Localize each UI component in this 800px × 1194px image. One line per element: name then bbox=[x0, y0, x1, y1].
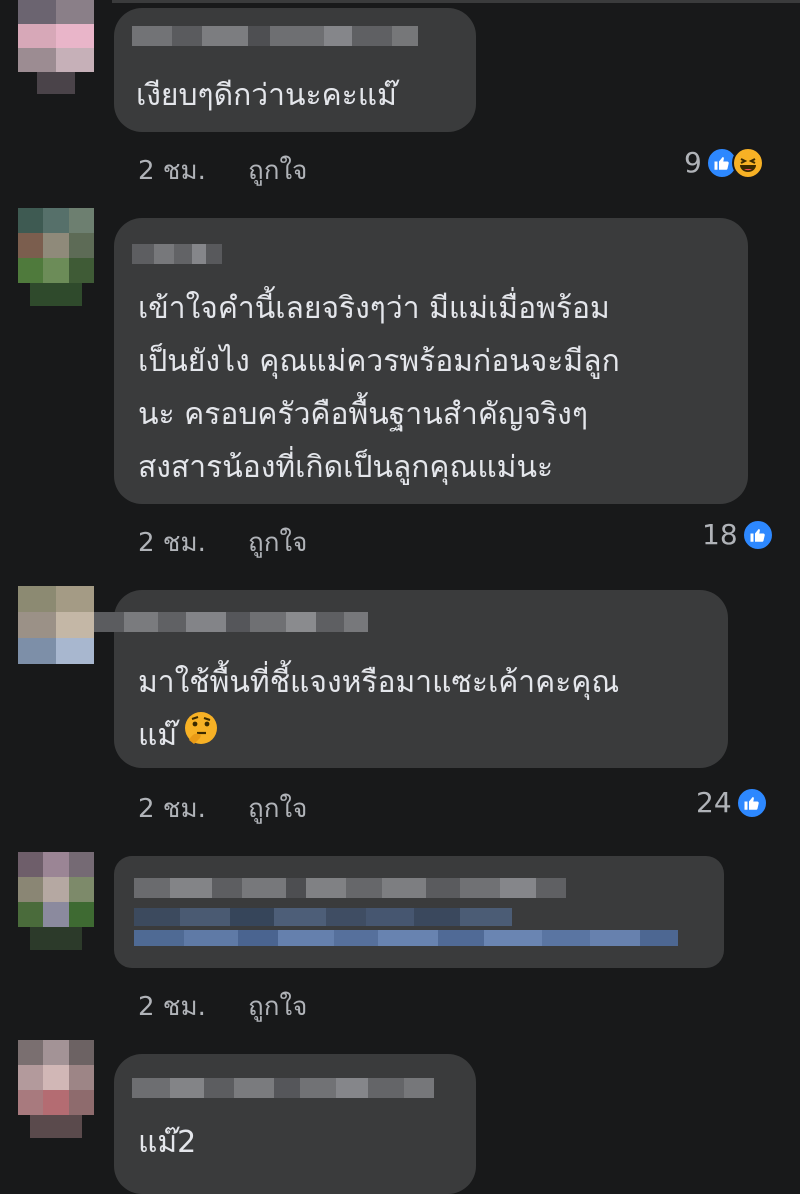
comment-meta: 2 ชม. ถูกใจ bbox=[138, 986, 438, 1022]
author-name[interactable] bbox=[94, 612, 368, 632]
comment-bubble: เงียบๆดีกว่านะคะแม๊ bbox=[114, 8, 476, 132]
comment-meta: 2 ชม. ถูกใจ bbox=[138, 150, 438, 186]
like-button[interactable]: ถูกใจ bbox=[248, 986, 307, 1027]
like-icon bbox=[735, 786, 768, 819]
timestamp[interactable]: 2 ชม. bbox=[138, 788, 206, 829]
divider-line bbox=[112, 0, 800, 3]
reaction-count: 18 bbox=[702, 518, 738, 551]
comment-bubble: มาใช้พื้นที่ชี้แจงหรือมาแซะเค้าคะคุณ แม๊ bbox=[94, 590, 728, 768]
timestamp[interactable]: 2 ชม. bbox=[138, 522, 206, 563]
like-button[interactable]: ถูกใจ bbox=[248, 788, 307, 829]
comment-text: เงียบๆดีกว่านะคะแม๊ bbox=[136, 78, 397, 113]
reaction-summary[interactable]: 24 bbox=[696, 786, 768, 819]
avatar[interactable] bbox=[18, 0, 94, 94]
avatar[interactable] bbox=[18, 586, 94, 664]
like-button[interactable]: ถูกใจ bbox=[248, 150, 307, 191]
timestamp[interactable]: 2 ชม. bbox=[138, 150, 206, 191]
haha-icon bbox=[731, 146, 764, 179]
comment-meta: 2 ชม. ถูกใจ bbox=[138, 522, 438, 558]
reaction-count: 24 bbox=[696, 786, 732, 819]
author-name[interactable] bbox=[132, 244, 222, 264]
comment-text: แม๊2 bbox=[138, 1125, 197, 1160]
link-preview[interactable] bbox=[134, 908, 512, 926]
comment-text: เข้าใจคำนี้เลยจริงๆว่า มีแม่เมื่อพร้อม เ… bbox=[138, 291, 620, 485]
comment-bubble: เข้าใจคำนี้เลยจริงๆว่า มีแม่เมื่อพร้อม เ… bbox=[114, 218, 748, 504]
like-icon bbox=[741, 518, 774, 551]
reaction-count: 9 bbox=[684, 146, 702, 179]
comment-bubble bbox=[114, 856, 724, 968]
comment-bubble: แม๊2 bbox=[114, 1054, 476, 1194]
thinking-face-icon bbox=[183, 710, 219, 763]
link-url[interactable] bbox=[134, 930, 678, 946]
timestamp[interactable]: 2 ชม. bbox=[138, 986, 206, 1027]
author-name[interactable] bbox=[134, 878, 566, 898]
reaction-summary[interactable]: 9 bbox=[684, 146, 764, 179]
like-button[interactable]: ถูกใจ bbox=[248, 522, 307, 563]
comment-meta: 2 ชม. ถูกใจ bbox=[138, 788, 438, 824]
avatar[interactable] bbox=[18, 1040, 94, 1138]
author-name[interactable] bbox=[132, 26, 418, 46]
avatar[interactable] bbox=[18, 208, 94, 306]
author-name[interactable] bbox=[132, 1078, 434, 1098]
avatar[interactable] bbox=[18, 852, 94, 950]
reaction-summary[interactable]: 18 bbox=[702, 518, 774, 551]
comment-line: แม๊ bbox=[138, 718, 178, 753]
comment-text: มาใช้พื้นที่ชี้แจงหรือมาแซะเค้าคะคุณ แม๊ bbox=[138, 656, 619, 763]
